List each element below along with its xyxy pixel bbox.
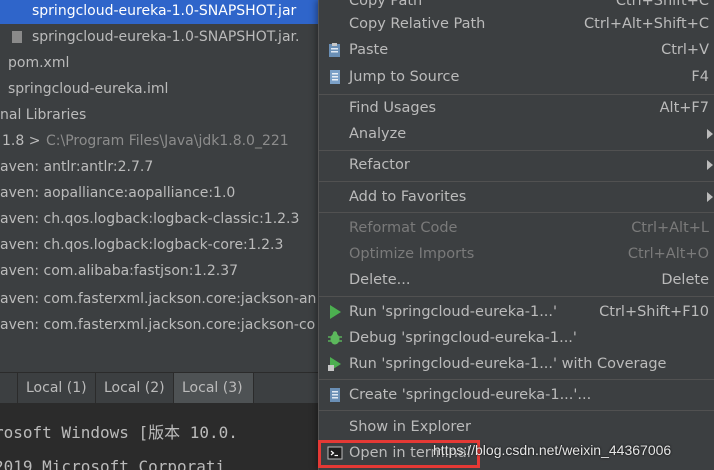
terminal-tab-bar: Local (1) Local (2) Local (3) <box>0 372 330 404</box>
tree-item-jar[interactable]: springcloud-eureka-1.0-SNAPSHOT.jar <box>0 0 330 24</box>
tree-item-label: aven: aopalliance:aopalliance:1.0 <box>0 185 236 201</box>
menu-item-copy-relative-path[interactable]: Copy Relative Path Ctrl+Alt+Shift+C <box>319 11 714 37</box>
paste-icon <box>329 43 340 57</box>
tab-local[interactable] <box>0 373 18 403</box>
terminal-line: rosoft Windows [版本 10.0. <box>0 423 238 442</box>
tree-item-label: aven: com.fasterxml.jackson.core:jackson… <box>0 317 316 333</box>
tree-item-library[interactable]: aven: com.alibaba:fastjson:1.2.37 <box>0 258 330 284</box>
tree-item-label: aven: ch.qos.logback:logback-classic:1.2… <box>0 211 300 227</box>
submenu-arrow-icon <box>707 160 713 170</box>
menu-item-debug[interactable]: Debug 'springcloud-eureka-1...' <box>319 325 714 351</box>
menu-item-add-to-favorites[interactable]: Add to Favorites <box>319 184 714 210</box>
menu-item-show-in-explorer[interactable]: Show in Explorer <box>319 414 714 440</box>
tree-item-external-libraries[interactable]: nal Libraries <box>0 102 330 128</box>
tree-item-label: springcloud-eureka-1.0-SNAPSHOT.jar. <box>32 29 300 45</box>
watermark: https://blog.csdn.net/weixin_44367006 <box>433 442 672 458</box>
coverage-icon <box>328 357 341 371</box>
menu-item-jump-to-source[interactable]: Jump to Source F4 <box>319 64 714 90</box>
tab-local-2[interactable]: Local (2) <box>96 373 174 403</box>
ide-window: springcloud-eureka-1.0-SNAPSHOT.jar spri… <box>0 0 714 470</box>
tree-item-label: aven: com.fasterxml.jackson.core:jackson… <box>0 291 317 307</box>
menu-separator <box>319 150 714 151</box>
context-menu: Copy Path Ctrl+Shift+C Copy Relative Pat… <box>318 0 714 470</box>
tree-item-iml[interactable]: springcloud-eureka.iml <box>0 76 330 102</box>
tab-label: Local (3) <box>182 380 243 396</box>
tree-item-library[interactable]: aven: com.fasterxml.jackson.core:jackson… <box>0 286 330 312</box>
tab-label: Local (2) <box>104 380 165 396</box>
menu-item-delete[interactable]: Delete... Delete <box>319 267 714 293</box>
terminal-line: 2019 Microsoft Corporati <box>0 457 226 470</box>
menu-item-analyze[interactable]: Analyze <box>319 121 714 147</box>
menu-item-find-usages[interactable]: Find Usages Alt+F7 <box>319 95 714 121</box>
tree-item-jar-original[interactable]: springcloud-eureka-1.0-SNAPSHOT.jar. <box>0 24 330 50</box>
menu-item-paste[interactable]: Paste Ctrl+V <box>319 37 714 63</box>
menu-separator <box>319 181 714 182</box>
menu-separator <box>319 410 714 411</box>
menu-item-create-configuration[interactable]: Create 'springcloud-eureka-1...'... <box>319 382 714 408</box>
tab-local-1[interactable]: Local (1) <box>18 373 96 403</box>
tab-local-3[interactable]: Local (3) <box>174 373 254 403</box>
menu-separator <box>319 296 714 297</box>
menu-item-run-with-coverage[interactable]: Run 'springcloud-eureka-1...' with Cover… <box>319 351 714 377</box>
tree-item-label: nal Libraries <box>0 107 87 123</box>
tree-item-library[interactable]: aven: aopalliance:aopalliance:1.0 <box>0 180 330 206</box>
menu-separator <box>319 379 714 380</box>
terminal-icon <box>327 446 343 460</box>
submenu-arrow-icon <box>707 129 713 139</box>
menu-item-run[interactable]: Run 'springcloud-eureka-1...' Ctrl+Shift… <box>319 299 714 325</box>
menu-separator <box>319 212 714 213</box>
create-config-icon <box>330 388 340 402</box>
jar-icon <box>12 31 22 43</box>
terminal-output[interactable]: rosoft Windows [版本 10.0. 2019 Microsoft … <box>0 403 330 470</box>
submenu-arrow-icon <box>707 192 713 202</box>
tree-item-label: pom.xml <box>8 55 70 71</box>
menu-item-refactor[interactable]: Refactor <box>319 152 714 178</box>
run-icon <box>330 305 341 319</box>
tree-item-label: aven: ch.qos.logback:logback-core:1.2.3 <box>0 237 284 253</box>
jump-to-source-icon <box>330 70 340 84</box>
tree-item-label: springcloud-eureka.iml <box>8 81 169 97</box>
tree-item-library[interactable]: aven: com.fasterxml.jackson.core:jackson… <box>0 312 330 338</box>
tree-item-label: aven: antlr:antlr:2.7.7 <box>0 159 154 175</box>
jdk-path: C:\Program Files\Java\jdk1.8.0_221 <box>46 133 289 149</box>
tree-item-label: aven: com.alibaba:fastjson:1.2.37 <box>0 263 239 279</box>
tree-item-label: springcloud-eureka-1.0-SNAPSHOT.jar <box>32 3 297 19</box>
tree-item-library[interactable]: aven: ch.qos.logback:logback-classic:1.2… <box>0 206 330 232</box>
project-tree: springcloud-eureka-1.0-SNAPSHOT.jar spri… <box>0 0 330 340</box>
debug-icon <box>328 331 342 345</box>
tree-item-pom[interactable]: pom.xml <box>0 50 330 76</box>
tree-item-jdk[interactable]: 1.8 > C:\Program Files\Java\jdk1.8.0_221 <box>0 128 330 154</box>
tree-item-library[interactable]: aven: antlr:antlr:2.7.7 <box>0 154 330 180</box>
menu-item-optimize-imports: Optimize Imports Ctrl+Alt+O <box>349 246 709 262</box>
tab-label: Local (1) <box>26 380 87 396</box>
tool-window-divider <box>0 340 330 372</box>
menu-item-reformat-code: Reformat Code Ctrl+Alt+L <box>349 220 709 236</box>
tree-item-label: 1.8 > <box>2 133 41 149</box>
tree-item-library[interactable]: aven: ch.qos.logback:logback-core:1.2.3 <box>0 232 330 258</box>
